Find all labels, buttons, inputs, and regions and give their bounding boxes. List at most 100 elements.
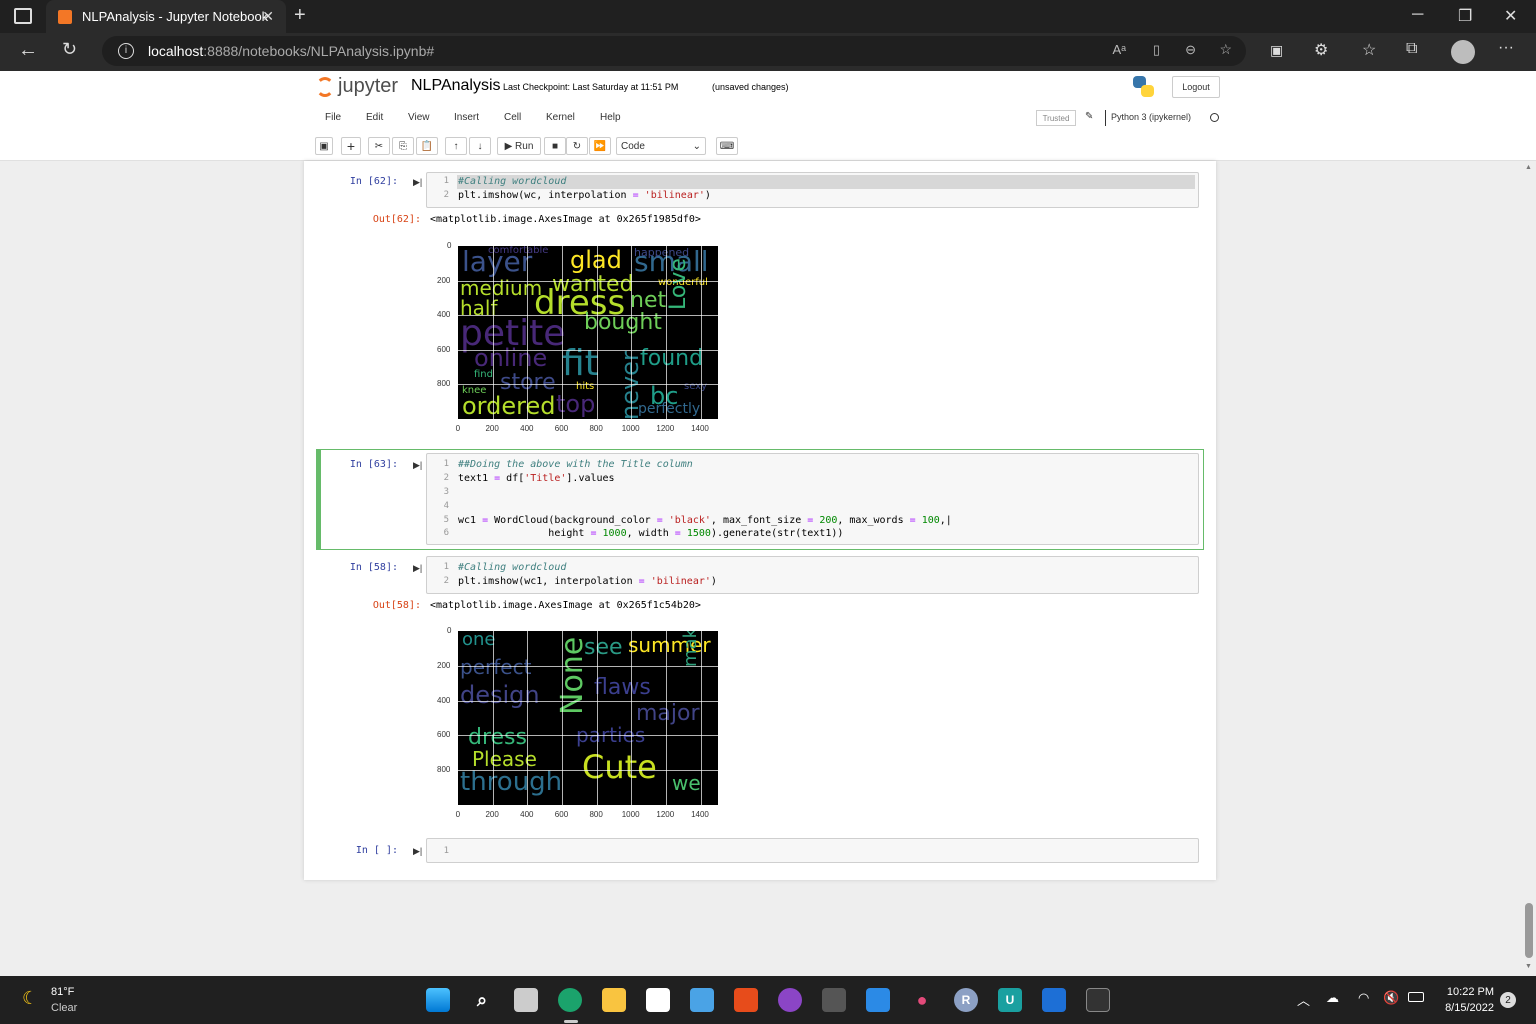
weather-temp[interactable]: 81°F [51, 986, 74, 998]
zoom-icon[interactable]: ⊖ [1185, 42, 1196, 58]
wordcloud-word: dress [468, 725, 527, 750]
interrupt-icon[interactable]: ■ [544, 137, 566, 155]
tab-actions-icon[interactable] [14, 8, 32, 24]
office-icon[interactable] [734, 988, 758, 1012]
page-scrollbar[interactable]: ▲ ▼ [1522, 161, 1536, 976]
tray-chevron-icon[interactable]: ︿ [1297, 990, 1310, 1009]
wordcloud-word: net [630, 288, 667, 313]
restore-icon[interactable]: ❐ [1458, 6, 1472, 26]
code-cell-editor[interactable]: 1 #Calling wordcloud 2 plt.imshow(wc1, int… [426, 556, 1199, 594]
close-window-icon[interactable]: ✕ [1504, 6, 1517, 26]
jupyter-header: jupyter NLPAnalysis Last Checkpoint: Las… [0, 71, 1536, 161]
cell-type-select[interactable]: Code ⌄ [616, 137, 706, 155]
task-view-icon[interactable] [514, 988, 538, 1012]
url-field[interactable]: i localhost:8888/notebooks/NLPAnalysis.i… [102, 36, 1246, 66]
y-tick-label: 200 [437, 275, 451, 285]
trusted-indicator[interactable]: Trusted [1036, 110, 1076, 126]
mail-icon[interactable] [690, 988, 714, 1012]
menu-file[interactable]: File [325, 112, 341, 123]
insert-cell-icon[interactable]: + [341, 137, 361, 155]
menu-view[interactable]: View [408, 112, 430, 123]
code-cell-editor[interactable]: 1 ##Doing the above with the Title column… [426, 453, 1199, 545]
terminal-icon[interactable] [1086, 988, 1110, 1012]
run-cell-icon[interactable]: ▶| [413, 460, 422, 471]
extensions-collection-icon[interactable]: ▣ [1270, 42, 1283, 59]
move-down-icon[interactable]: ↓ [469, 137, 491, 155]
github-icon[interactable] [778, 988, 802, 1012]
edge-icon[interactable] [558, 988, 582, 1012]
collections-icon[interactable]: ⧉ [1406, 40, 1417, 58]
restart-run-all-icon[interactable]: ⏩ [589, 137, 611, 155]
menu-kernel[interactable]: Kernel [546, 112, 575, 123]
minimize-icon[interactable]: ─ [1412, 6, 1423, 24]
menu-insert[interactable]: Insert [454, 112, 479, 123]
profile-avatar[interactable] [1451, 40, 1475, 64]
menu-cell[interactable]: Cell [504, 112, 521, 123]
new-tab-icon[interactable]: + [294, 4, 306, 27]
site-info-icon[interactable]: i [118, 43, 134, 59]
cut-icon[interactable]: ✂ [368, 137, 390, 155]
extensions-icon[interactable]: ⚙ [1314, 40, 1328, 60]
y-tick-label: 400 [437, 310, 451, 320]
notebook-name[interactable]: NLPAnalysis [411, 77, 501, 95]
trello-icon[interactable] [1042, 988, 1066, 1012]
menu-edit[interactable]: Edit [366, 112, 383, 123]
vscode-icon[interactable] [866, 988, 890, 1012]
browser-tab[interactable]: NLPAnalysis - Jupyter Notebook ✕ [46, 0, 286, 33]
anaconda-icon[interactable] [822, 988, 846, 1012]
move-up-icon[interactable]: ↑ [445, 137, 467, 155]
x-tick-label: 800 [589, 810, 603, 819]
r-icon[interactable]: R [954, 988, 978, 1012]
run-cell-icon[interactable]: ▶| [413, 846, 422, 857]
favorites-icon[interactable]: ☆ [1362, 40, 1376, 60]
notification-badge[interactable]: 2 [1500, 992, 1516, 1008]
copy-icon[interactable]: ⎘ [392, 137, 414, 155]
read-aloud-icon[interactable]: Aᵃ [1112, 42, 1126, 57]
run-cell-icon[interactable]: ▶| [413, 563, 422, 574]
run-cell-icon[interactable]: ▶| [413, 177, 422, 188]
code-cell-editor[interactable]: 1 [426, 838, 1199, 863]
cell-prompt: In [62]: [349, 176, 398, 187]
clock-date[interactable]: 8/15/2022 [1439, 1002, 1494, 1014]
save-icon[interactable]: ▣ [315, 137, 333, 155]
jupyter-logo-icon [316, 77, 334, 97]
code-cell-editor[interactable]: 1 #Calling wordcloud 2 plt.imshow(wc, inte… [426, 172, 1199, 208]
restart-icon[interactable]: ↻ [566, 137, 588, 155]
more-menu-icon[interactable]: ··· [1498, 39, 1514, 57]
menu-help[interactable]: Help [600, 112, 621, 123]
code-line: height = 1000, width = 1500).generate(st… [458, 528, 844, 539]
paste-icon[interactable]: 📋 [416, 137, 438, 155]
wordcloud-word: we [672, 771, 701, 795]
battery-icon[interactable] [1408, 992, 1424, 1002]
run-icon: ▶ [504, 140, 516, 152]
kernel-name[interactable]: Python 3 (ipykernel) [1111, 112, 1191, 122]
logout-button[interactable]: Logout [1172, 76, 1220, 98]
wifi-icon[interactable]: ◠ [1358, 990, 1369, 1006]
immersive-reader-icon[interactable]: ▯ [1153, 42, 1160, 58]
output-prompt: Out[58]: [372, 600, 421, 611]
run-button[interactable]: ▶ Run [497, 137, 541, 155]
wordcloud-word: flaws [594, 675, 651, 700]
x-tick-label: 1400 [691, 424, 709, 433]
weather-condition[interactable]: Clear [51, 1002, 77, 1014]
wordcloud-word: Love [666, 258, 691, 310]
search-icon[interactable]: ⌕ [470, 988, 494, 1012]
back-icon[interactable]: ← [18, 39, 38, 62]
refresh-icon[interactable]: ↻ [62, 39, 77, 60]
command-palette-icon[interactable]: ⌨ [716, 137, 738, 155]
cell-prompt: In [63]: [349, 459, 398, 470]
favorite-add-icon[interactable]: ☆ [1219, 41, 1232, 58]
onedrive-icon[interactable]: ☁ [1326, 990, 1339, 1006]
file-explorer-icon[interactable] [602, 988, 626, 1012]
volume-icon[interactable]: 🔇 [1383, 990, 1399, 1006]
y-tick-label: 0 [447, 626, 452, 635]
store-icon[interactable] [646, 988, 670, 1012]
start-icon[interactable] [426, 988, 450, 1012]
wordcloud-word: knee [462, 385, 487, 396]
clock-time[interactable]: 10:22 PM [1444, 986, 1494, 998]
slack-icon[interactable]: ● [910, 988, 934, 1012]
jupyter-logo-text[interactable]: jupyter [338, 75, 398, 98]
scrollbar-thumb[interactable] [1525, 903, 1533, 958]
u-app-icon[interactable]: U [998, 988, 1022, 1012]
close-tab-icon[interactable]: ✕ [262, 8, 274, 25]
